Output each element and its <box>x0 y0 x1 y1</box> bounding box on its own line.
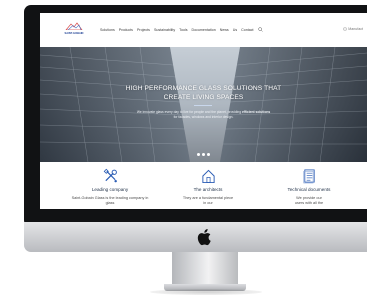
document-icon <box>302 169 315 184</box>
monitor-stand <box>172 252 238 286</box>
feature-title: Technical documents <box>287 187 331 192</box>
monitor-chin <box>24 222 367 252</box>
feature-desc-line: users with all the <box>294 201 324 205</box>
nav-projects[interactable]: Projects <box>137 28 150 32</box>
brand-name: SAINT-GOBAIN <box>64 32 84 35</box>
feature-description: Saint-Gobain Glass is the leading compan… <box>70 196 150 206</box>
carousel-dot-1[interactable] <box>197 153 200 156</box>
nav-news[interactable]: News <box>220 28 229 32</box>
features-section: Leading company Saint-Gobain Glass is th… <box>40 162 367 209</box>
carousel-dot-2[interactable] <box>202 153 205 156</box>
tools-icon <box>103 168 117 183</box>
language-selector[interactable]: Manufact <box>343 27 363 31</box>
search-icon[interactable] <box>257 27 263 32</box>
language-label: Manufact <box>348 27 363 31</box>
feature-title: The architects <box>193 187 223 192</box>
monitor-screen: SAINT-GOBAIN Solutions Products Projects… <box>40 13 367 209</box>
feature-description: They are a fundamental piece in our <box>168 196 248 206</box>
hero-banner: HIGH PERFORMANCE GLASS SOLUTIONS THAT CR… <box>40 47 367 162</box>
feature-description: We provide our users with all the <box>269 196 349 206</box>
nav-tools[interactable]: Tools <box>179 28 187 32</box>
globe-icon <box>343 27 347 31</box>
feature-desc-line: We provide our <box>296 196 322 200</box>
logo-mark-icon <box>65 22 83 30</box>
nav-us[interactable]: Us <box>233 28 237 32</box>
hero-title-line1: HIGH PERFORMANCE GLASS SOLUTIONS THAT <box>125 85 282 92</box>
apple-logo-icon <box>197 229 211 246</box>
feature-title: Leading company <box>91 187 129 192</box>
hero-title-line2: CREATE LIVING SPACES <box>163 94 244 101</box>
main-nav: Solutions Products Projects Sustainabili… <box>100 27 263 32</box>
hero-subtitle: We innovate glass every day to live for … <box>80 110 327 120</box>
nav-sustainability[interactable]: Sustainability <box>154 28 175 32</box>
hero-title: HIGH PERFORMANCE GLASS SOLUTIONS THAT CR… <box>40 84 367 102</box>
hero-divider <box>194 105 212 106</box>
feature-desc-line: Saint-Gobain Glass is the leading compan… <box>71 196 149 200</box>
feature-leading-company: Leading company Saint-Gobain Glass is th… <box>70 162 150 206</box>
stand-shadow <box>150 289 262 295</box>
site-header: SAINT-GOBAIN Solutions Products Projects… <box>40 13 367 47</box>
nav-solutions[interactable]: Solutions <box>100 28 115 32</box>
hero-subtitle-line2: for facades, windows and interior design… <box>173 115 234 119</box>
feature-technical-documents: Technical documents We provide our users… <box>269 162 349 206</box>
hero-subtitle-highlight: efficient solutions <box>241 110 271 114</box>
feature-desc-line: in our <box>203 201 213 205</box>
house-icon <box>201 169 215 184</box>
feature-desc-line: They are a fundamental piece <box>182 196 234 200</box>
feature-desc-line: glass <box>105 201 115 205</box>
feature-architects: The architects They are a fundamental pi… <box>168 162 248 206</box>
carousel-dot-3[interactable] <box>207 153 210 156</box>
brand-logo[interactable]: SAINT-GOBAIN <box>57 22 91 40</box>
nav-documentation[interactable]: Documentation <box>192 28 216 32</box>
hero-subtitle-text: We innovate glass every day to live for … <box>136 110 242 114</box>
nav-contact[interactable]: Contact <box>241 28 253 32</box>
carousel-dots <box>40 153 367 156</box>
nav-products[interactable]: Products <box>119 28 133 32</box>
